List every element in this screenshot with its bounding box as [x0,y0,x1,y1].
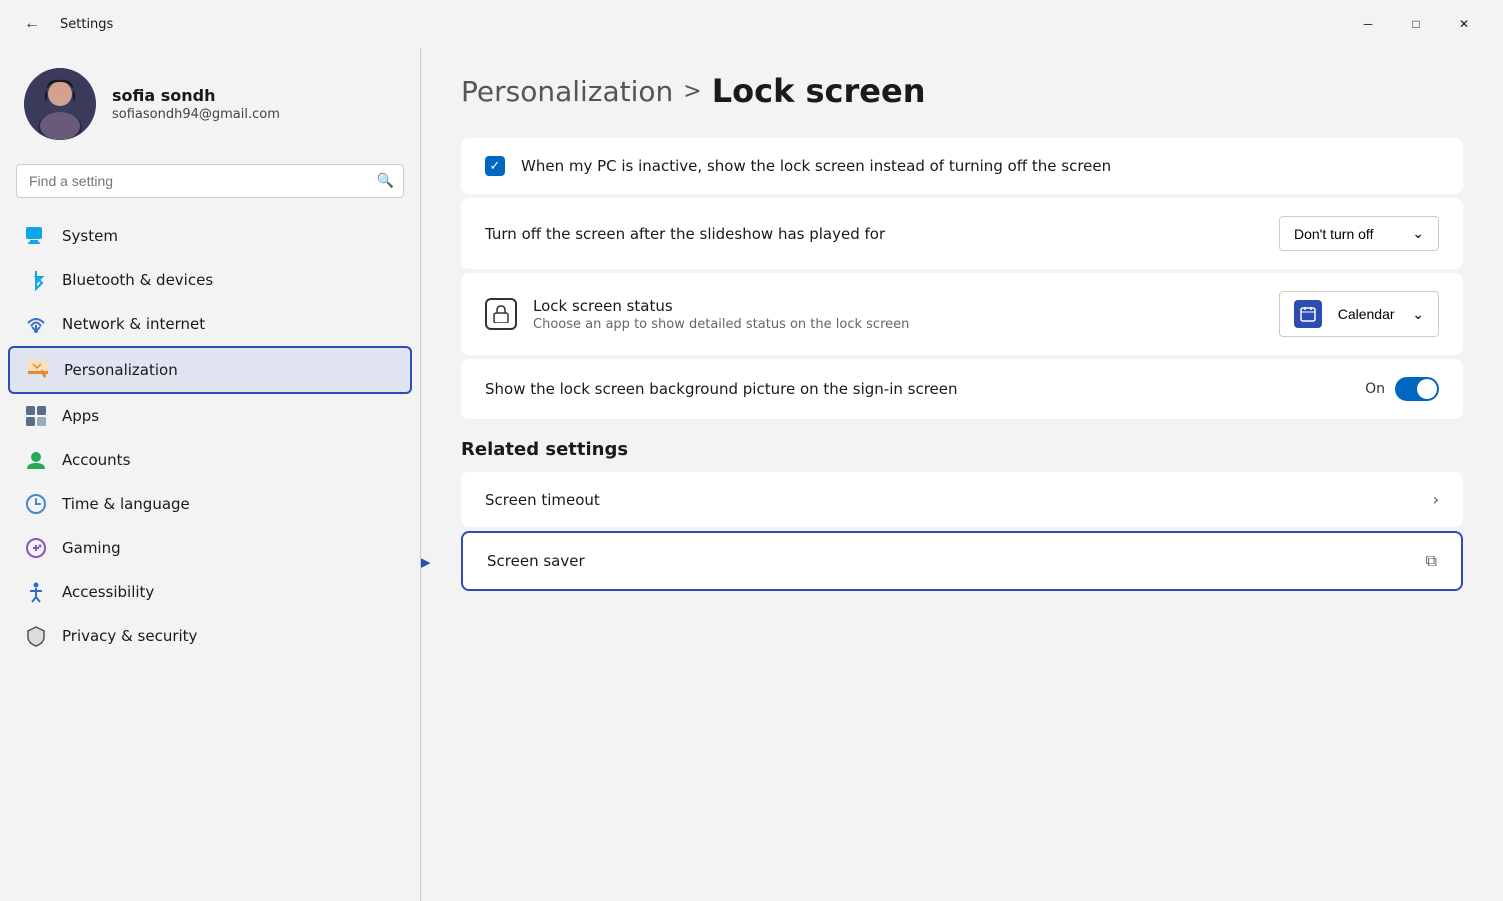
titlebar-title: Settings [60,17,113,32]
sidebar-item-network[interactable]: Network & internet [8,302,412,346]
slideshow-dropdown[interactable]: Don't turn off ⌄ [1279,216,1439,251]
maximize-button[interactable]: □ [1393,8,1439,40]
sidebar-item-accessibility[interactable]: Accessibility [8,570,412,614]
titlebar-left: ← Settings [16,8,113,40]
setting-row-background: Show the lock screen background picture … [461,359,1463,419]
related-card-screen-timeout[interactable]: Screen timeout › [461,472,1463,527]
background-toggle[interactable] [1395,377,1439,401]
lock-status-title: Lock screen status [533,297,1263,315]
breadcrumb-parent[interactable]: Personalization [461,75,673,108]
sidebar-item-privacy[interactable]: Privacy & security [8,614,412,658]
sidebar-item-label-network: Network & internet [62,315,205,333]
slideshow-label: Turn off the screen after the slideshow … [485,225,1263,243]
window-controls: ─ □ ✕ [1345,8,1487,40]
user-info: sofia sondh sofiasondh94@gmail.com [112,86,280,122]
sidebar-item-accounts[interactable]: Accounts [8,438,412,482]
sidebar-item-label-accessibility: Accessibility [62,583,154,601]
sidebar-item-bluetooth[interactable]: Bluetooth & devices [8,258,412,302]
breadcrumb: Personalization > Lock screen [461,72,1463,110]
time-icon [24,492,48,516]
sidebar-item-time[interactable]: Time & language [8,482,412,526]
inactive-label: When my PC is inactive, show the lock sc… [521,157,1111,175]
setting-group-inactive: ✓ When my PC is inactive, show the lock … [461,138,1463,194]
sidebar-item-label-time: Time & language [62,495,190,513]
screen-timeout-chevron-icon: › [1433,490,1439,509]
lock-status-text: Lock screen status Choose an app to show… [533,297,1263,332]
gaming-icon [24,536,48,560]
back-button[interactable]: ← [16,8,48,40]
user-name: sofia sondh [112,86,280,105]
related-settings-title: Related settings [461,439,1463,460]
screen-timeout-label: Screen timeout [485,491,1433,509]
sidebar-item-label-bluetooth: Bluetooth & devices [62,271,213,289]
avatar-image [24,68,96,140]
search-input[interactable] [16,164,404,198]
setting-row-slideshow: Turn off the screen after the slideshow … [461,198,1463,269]
bluetooth-icon [24,268,48,292]
search-box: 🔍 [16,164,404,198]
lock-status-desc: Choose an app to show detailed status on… [533,317,1263,332]
avatar [24,68,96,140]
slideshow-value: Don't turn off [1294,226,1373,242]
personalization-icon [26,358,50,382]
lock-status-value: Calendar [1338,306,1395,322]
accessibility-icon [24,580,48,604]
app-body: sofia sondh sofiasondh94@gmail.com 🔍 Sys… [0,48,1503,901]
setting-group-background: Show the lock screen background picture … [461,359,1463,419]
dropdown-chevron-icon: ⌄ [1412,225,1424,242]
nav-list: System Bluetooth & devices Network & int… [0,214,420,658]
lock-status-dropdown[interactable]: Calendar ⌄ [1279,291,1439,337]
background-status: On [1365,381,1385,397]
system-icon [24,224,48,248]
lock-status-chevron-icon: ⌄ [1412,306,1424,323]
sidebar-item-label-accounts: Accounts [62,451,130,469]
lock-status-icon [485,298,517,330]
setting-row-checkbox: ✓ When my PC is inactive, show the lock … [461,138,1463,194]
close-button[interactable]: ✕ [1441,8,1487,40]
content-area: Personalization > Lock screen ✓ When my … [421,48,1503,901]
toggle-knob [1417,379,1437,399]
privacy-icon [24,624,48,648]
background-toggle-wrap: On [1365,377,1439,401]
user-email: sofiasondh94@gmail.com [112,107,280,122]
screen-saver-external-icon: ⧉ [1426,551,1437,571]
sidebar-item-label-gaming: Gaming [62,539,121,557]
breadcrumb-separator: > [683,79,701,104]
titlebar: ← Settings ─ □ ✕ [0,0,1503,48]
apps-icon [24,404,48,428]
background-label: Show the lock screen background picture … [485,380,1349,398]
related-card-screen-saver[interactable]: ▶ Screen saver ⧉ [461,531,1463,591]
accounts-icon [24,448,48,472]
sidebar-item-apps[interactable]: Apps [8,394,412,438]
calendar-icon [1294,300,1322,328]
inactive-checkbox[interactable]: ✓ [485,156,505,176]
right-arrow-annotation: ▶ [421,541,431,582]
network-icon [24,312,48,336]
sidebar-item-label-apps: Apps [62,407,99,425]
sidebar-item-gaming[interactable]: Gaming [8,526,412,570]
minimize-button[interactable]: ─ [1345,8,1391,40]
sidebar-item-label-privacy: Privacy & security [62,627,197,645]
sidebar-item-personalization[interactable]: Personalization ◀ [8,346,412,394]
screen-saver-label: Screen saver [487,552,1426,570]
setting-row-lock-status: Lock screen status Choose an app to show… [461,273,1463,355]
setting-group-lock-status: Lock screen status Choose an app to show… [461,273,1463,355]
sidebar-item-label-personalization: Personalization [64,361,178,379]
user-section: sofia sondh sofiasondh94@gmail.com [0,48,420,164]
breadcrumb-current: Lock screen [712,72,926,110]
sidebar: sofia sondh sofiasondh94@gmail.com 🔍 Sys… [0,48,420,901]
search-icon: 🔍 [377,173,394,189]
setting-group-slideshow: Turn off the screen after the slideshow … [461,198,1463,269]
sidebar-item-label-system: System [62,227,118,245]
sidebar-item-system[interactable]: System [8,214,412,258]
